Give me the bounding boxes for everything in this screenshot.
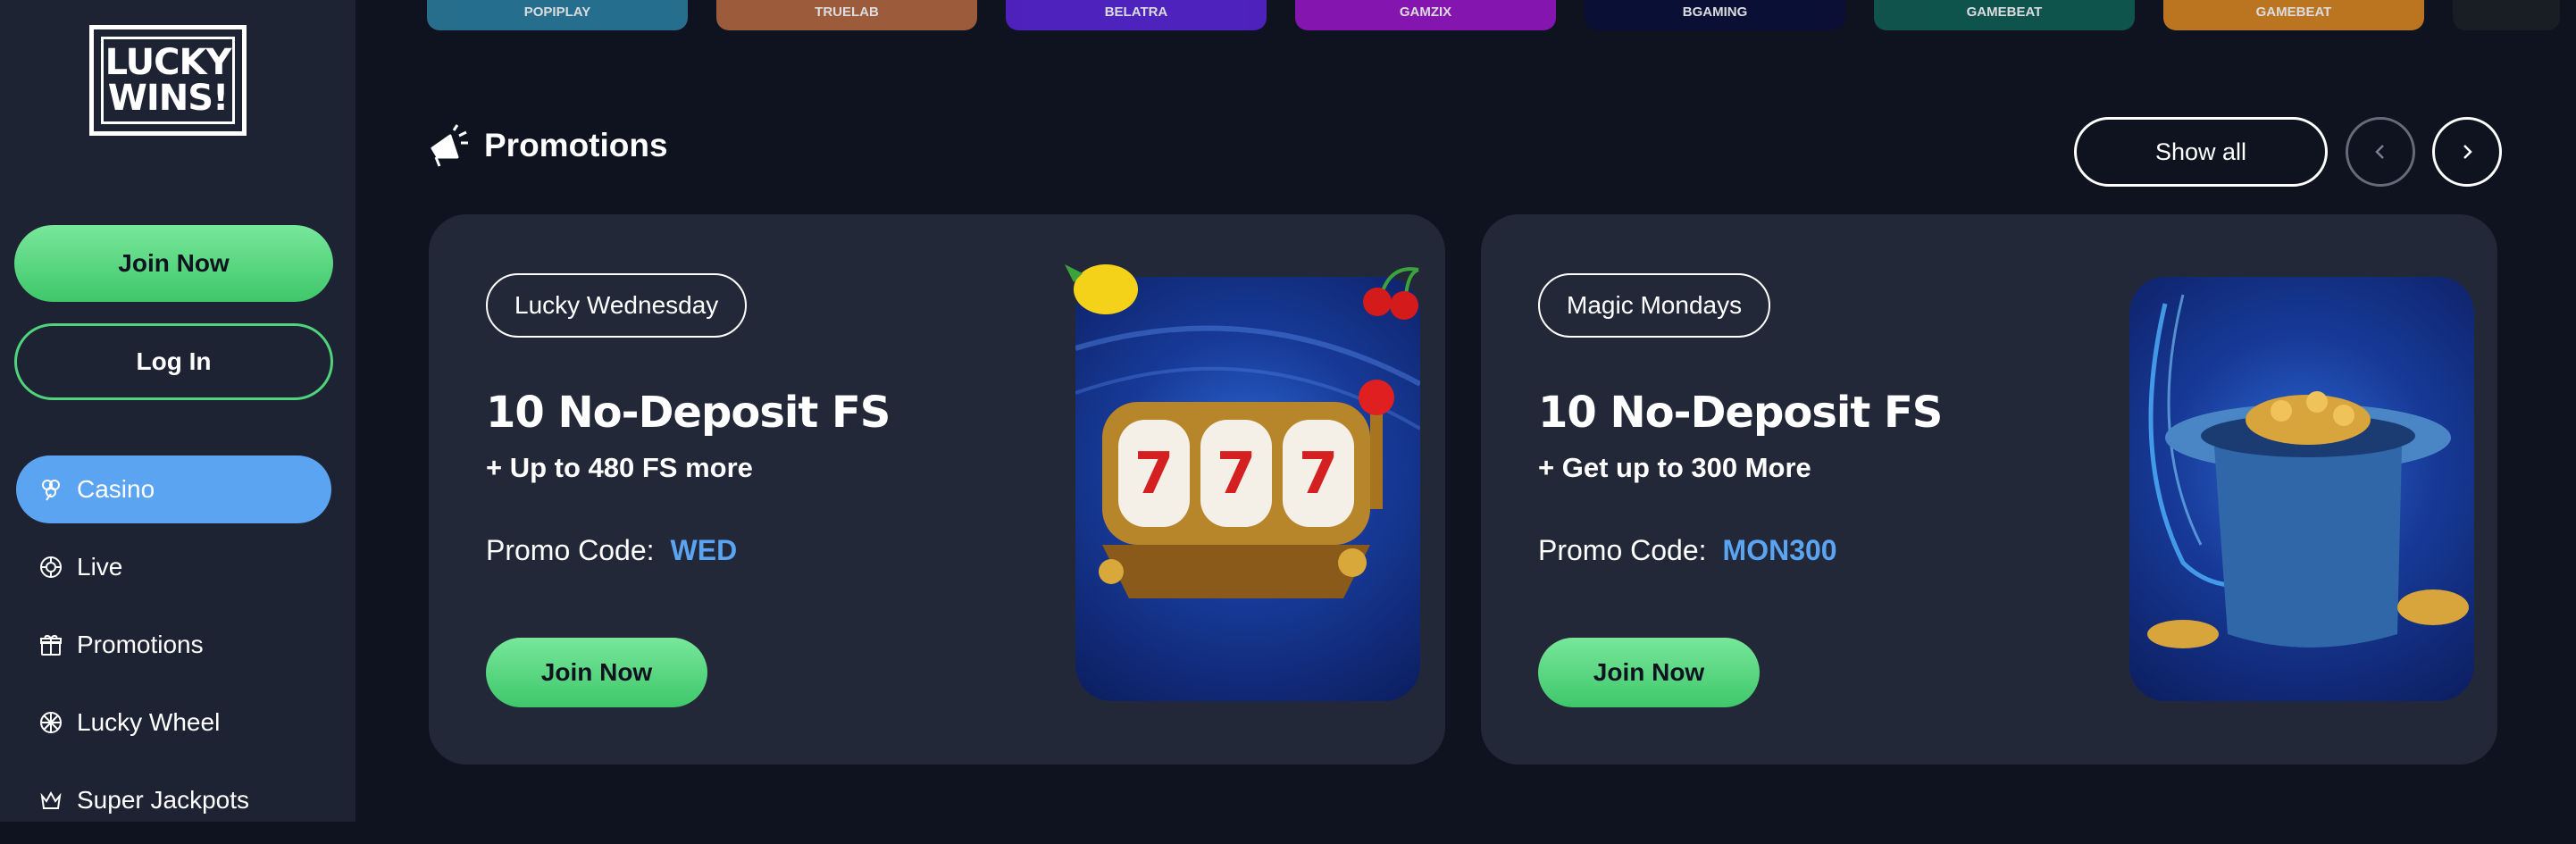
brand-logo[interactable]: LUCKY WINS! — [89, 25, 247, 136]
sidebar-item-label: Super Jackpots — [77, 786, 249, 814]
provider-strip: POPIPLAY TRUELAB BELATRA GAMZIX BGAMING … — [427, 0, 2560, 30]
promo-card: Magic Mondays 10 No-Deposit FS + Get up … — [1481, 214, 2497, 765]
join-now-button[interactable]: Join Now — [486, 638, 707, 707]
cherries-image — [1363, 267, 1419, 320]
promo-code-line: Promo Code: MON300 — [1538, 534, 1837, 567]
provider-tile[interactable]: GAMZIX — [1295, 0, 1556, 30]
sidebar-item-promotions[interactable]: Promotions — [16, 611, 331, 679]
provider-tile[interactable]: POPIPLAY — [427, 0, 688, 30]
carousel-next-button[interactable] — [2432, 117, 2502, 187]
promo-code-label: Promo Code: — [486, 534, 655, 566]
megaphone-icon — [427, 123, 470, 168]
log-in-button[interactable]: Log In — [14, 323, 333, 400]
chip-icon — [38, 554, 64, 581]
logo-line-1: LUCKY — [105, 42, 232, 83]
section-title: Promotions — [484, 127, 668, 163]
promo-code[interactable]: MON300 — [1723, 534, 1837, 567]
provider-tile[interactable] — [2453, 0, 2560, 30]
chevron-right-icon — [2463, 145, 2472, 159]
crown-icon — [38, 787, 64, 814]
promo-code-line: Promo Code: WED — [486, 534, 737, 567]
provider-tile[interactable]: GAMEBEAT — [1874, 0, 2135, 30]
carousel-prev-button[interactable] — [2346, 117, 2415, 187]
promo-code-label: Promo Code: — [1538, 534, 1707, 566]
sidebar-item-casino[interactable]: Casino — [16, 455, 331, 523]
sidebar-item-label: Promotions — [77, 631, 204, 658]
chevron-left-icon — [2375, 145, 2384, 159]
promo-title: 10 No-Deposit FS — [1538, 388, 1943, 438]
promo-title: 10 No-Deposit FS — [486, 388, 891, 438]
svg-text:7: 7 — [1217, 441, 1257, 507]
promo-subtitle: + Get up to 300 More — [1538, 452, 1811, 483]
sidebar-nav: Casino Live Promotions Lucky Wheel Super… — [16, 455, 331, 844]
promo-subtitle: + Up to 480 FS more — [486, 452, 753, 483]
clover-icon — [38, 476, 64, 503]
provider-tile[interactable]: BGAMING — [1585, 0, 1845, 30]
magic-hat-image — [2129, 277, 2474, 701]
sidebar-item-live[interactable]: Live — [16, 533, 331, 601]
promo-tag: Magic Mondays — [1538, 273, 1771, 338]
wheel-icon — [38, 709, 64, 736]
svg-text:7: 7 — [1299, 441, 1339, 507]
provider-tile[interactable]: GAMEBEAT — [2163, 0, 2424, 30]
sidebar-item-label: Live — [77, 553, 123, 581]
promo-tag: Lucky Wednesday — [486, 273, 748, 338]
sidebar-item-label: Lucky Wheel — [77, 708, 221, 736]
svg-text:7: 7 — [1134, 441, 1175, 507]
promo-code[interactable]: WED — [671, 534, 738, 567]
join-now-button[interactable]: Join Now — [14, 225, 333, 302]
promo-card: Lucky Wednesday 10 No-Deposit FS + Up to… — [429, 214, 1445, 765]
sidebar-item-super-jackpots[interactable]: Super Jackpots — [16, 766, 331, 834]
show-all-button[interactable]: Show all — [2074, 117, 2328, 187]
logo-line-2: WINS! — [107, 78, 230, 119]
provider-tile[interactable]: TRUELAB — [716, 0, 977, 30]
promotions-header: Promotions — [427, 123, 668, 168]
gift-icon — [38, 631, 64, 658]
slot-machine-image: 7 7 7 — [1075, 277, 1420, 701]
sidebar-item-label: Casino — [77, 475, 155, 503]
sidebar: LUCKY WINS! Join Now Log In Casino Live … — [0, 0, 355, 822]
provider-tile[interactable]: BELATRA — [1006, 0, 1267, 30]
lemon-image — [1065, 264, 1138, 314]
sidebar-item-lucky-wheel[interactable]: Lucky Wheel — [16, 689, 331, 756]
join-now-button[interactable]: Join Now — [1538, 638, 1760, 707]
